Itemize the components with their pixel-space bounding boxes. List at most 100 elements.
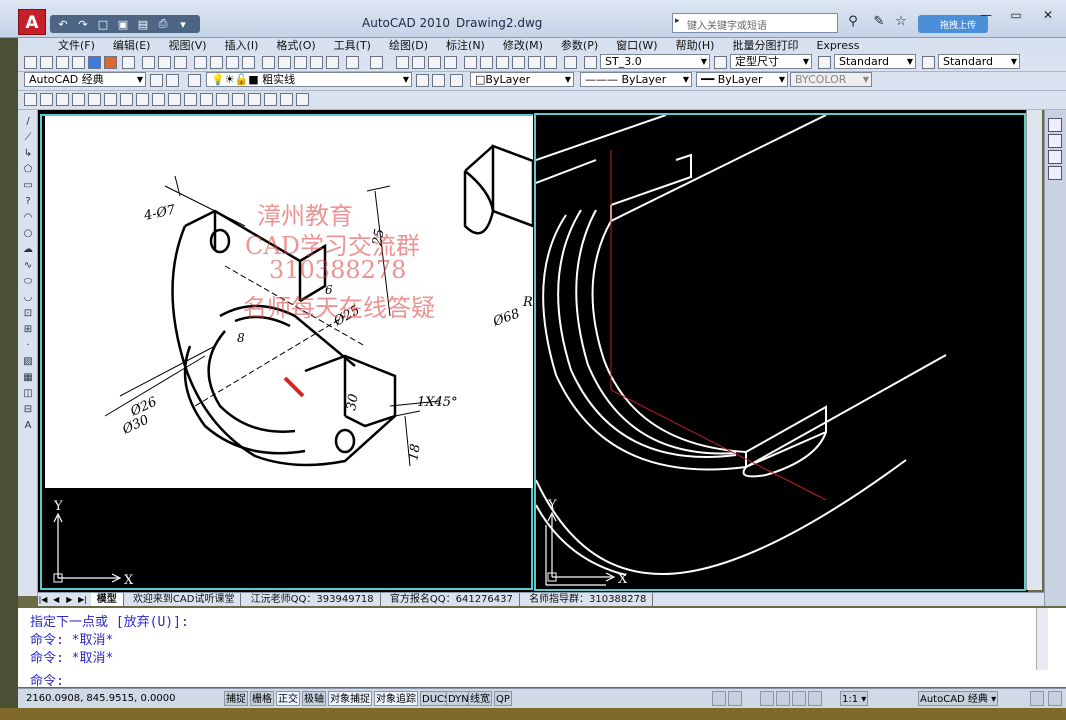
toggle-otrack[interactable]: 对象追踪	[374, 691, 418, 706]
render-icon[interactable]	[104, 56, 117, 69]
snap-center-icon[interactable]	[1048, 150, 1062, 164]
match-properties-icon[interactable]	[310, 56, 323, 69]
zoom-window-icon[interactable]	[428, 56, 441, 69]
construction-line-icon[interactable]: ⟋	[22, 132, 34, 144]
dim-style-select[interactable]: 定型尺寸 ▼	[730, 54, 812, 69]
tab-layout-1[interactable]: 欢迎来到CAD试听课堂	[127, 593, 242, 606]
layer-select[interactable]: 💡☀🔓■ 粗实线 ▼	[206, 72, 412, 87]
text-style-icon[interactable]	[584, 56, 597, 69]
menu-batch-plot[interactable]: 批量分图打印	[723, 38, 807, 54]
ellipse-arc-icon[interactable]: ◡	[22, 292, 34, 304]
markup-icon[interactable]	[528, 56, 541, 69]
menu-help[interactable]: 帮助(H)	[667, 38, 724, 54]
command-scrollbar[interactable]	[1036, 608, 1048, 670]
gradient-icon[interactable]: ▦	[22, 372, 34, 384]
properties-icon[interactable]	[464, 56, 477, 69]
publish-icon[interactable]	[226, 56, 239, 69]
open-icon[interactable]	[40, 56, 53, 69]
autocad-logo-button[interactable]: A	[18, 9, 46, 35]
undo-icon[interactable]: ↶	[56, 18, 70, 31]
command-input[interactable]: 命令:	[30, 670, 64, 689]
layer-previous-icon[interactable]	[432, 74, 445, 87]
ellipse-icon[interactable]: ⬭	[22, 276, 34, 288]
circle-draw-icon[interactable]: ○	[22, 228, 34, 240]
clean-screen-icon[interactable]	[1048, 691, 1062, 706]
plot-icon[interactable]	[194, 56, 207, 69]
pan-status-icon[interactable]	[760, 691, 774, 706]
make-block-icon[interactable]: ⊞	[22, 324, 34, 336]
menu-dimension[interactable]: 标注(N)	[437, 38, 494, 54]
fillet-icon[interactable]	[264, 93, 277, 106]
left-viewport[interactable]: 4-Ø7 25 6 8 Ø25 Ø68 R Ø26 Ø30 1X45° 18 3…	[40, 114, 535, 590]
trim-icon[interactable]	[168, 93, 181, 106]
break-point-icon[interactable]	[200, 93, 213, 106]
stretch-icon[interactable]	[152, 93, 165, 106]
save-icon[interactable]: ▣	[116, 18, 130, 31]
help-search-input[interactable]: 键入关键字或短语	[672, 13, 838, 33]
undo-toolbar-icon[interactable]	[346, 56, 359, 69]
revcloud-icon[interactable]: ☁	[22, 244, 34, 256]
save-icon[interactable]	[56, 56, 69, 69]
explode-icon[interactable]	[280, 93, 293, 106]
array-icon[interactable]	[88, 93, 101, 106]
color-select[interactable]: □ByLayer ▼	[470, 72, 574, 87]
dropdown-icon[interactable]: ▾	[176, 18, 190, 31]
search-expand-icon[interactable]: ▸	[675, 16, 680, 26]
redo-toolbar-icon[interactable]	[370, 56, 383, 69]
cut-icon[interactable]	[262, 56, 275, 69]
redo-icon[interactable]: ↷	[76, 18, 90, 31]
workspace-save-icon[interactable]	[166, 74, 179, 87]
new-file-icon[interactable]: □	[96, 18, 110, 31]
open-drawing-icon[interactable]	[158, 56, 171, 69]
spline-icon[interactable]: ∿	[22, 260, 34, 272]
snap-node-icon[interactable]	[1048, 166, 1062, 180]
menu-edit[interactable]: 编辑(E)	[104, 38, 160, 54]
snap-midpoint-icon[interactable]	[1048, 134, 1062, 148]
sphere-icon[interactable]	[88, 56, 101, 69]
hatch-icon[interactable]: ▨	[22, 356, 34, 368]
binoculars-icon[interactable]: ⚲	[844, 14, 862, 32]
toggle-polar[interactable]: 极轴	[302, 691, 326, 706]
insert-block-icon[interactable]: ⊡	[22, 308, 34, 320]
polygon-icon[interactable]: ⬠	[22, 164, 34, 176]
polyline-icon[interactable]: ↳	[22, 148, 34, 160]
layer-states-icon[interactable]	[450, 74, 463, 87]
quickcalc-icon[interactable]	[544, 56, 557, 69]
tab-model[interactable]: 模型	[90, 593, 124, 606]
minimize-icon[interactable]: —	[975, 8, 997, 26]
favorites-icon[interactable]: ☆	[892, 14, 910, 32]
right-viewport[interactable]: Y X	[534, 113, 1026, 591]
plot-preview-icon[interactable]	[210, 56, 223, 69]
multileader-style-select[interactable]: Standard ▼	[938, 54, 1020, 69]
layout-icon[interactable]	[728, 691, 742, 706]
prev-tab-icon[interactable]: ◀	[51, 593, 61, 606]
zoom-status-icon[interactable]	[776, 691, 790, 706]
save-as-icon[interactable]: ▤	[136, 18, 150, 31]
menu-express[interactable]: Express	[807, 38, 868, 54]
lock-icon[interactable]	[1030, 691, 1044, 706]
workspace-select[interactable]: AutoCAD 经典 ▼	[24, 72, 146, 87]
mirror-icon[interactable]	[56, 93, 69, 106]
table-icon[interactable]: ⊟	[22, 404, 34, 416]
copy-object-icon[interactable]	[40, 93, 53, 106]
arc-icon[interactable]: ◠	[22, 212, 34, 224]
menu-parametric[interactable]: 参数(P)	[552, 38, 607, 54]
model-space-icon[interactable]	[712, 691, 726, 706]
tab-layout-2[interactable]: 江沅老师QQ：393949718	[245, 593, 381, 606]
maximize-icon[interactable]: ▭	[1005, 8, 1027, 26]
design-center-icon[interactable]	[480, 56, 493, 69]
extend-icon[interactable]	[184, 93, 197, 106]
offset-icon[interactable]	[72, 93, 85, 106]
table-style-select[interactable]: Standard ▼	[834, 54, 916, 69]
next-tab-icon[interactable]: ▶	[64, 593, 74, 606]
zoom-previous-icon[interactable]	[444, 56, 457, 69]
toggle-snap[interactable]: 捕捉	[224, 691, 248, 706]
multiline-text-icon[interactable]: A	[22, 420, 34, 432]
tab-layout-4[interactable]: 名师指导群：310388278	[523, 593, 654, 606]
break-icon[interactable]	[216, 93, 229, 106]
menu-modify[interactable]: 修改(M)	[494, 38, 552, 54]
scale-icon[interactable]	[136, 93, 149, 106]
annotation-scale[interactable]: 1:1 ▾	[840, 691, 869, 706]
steering-wheel-icon[interactable]	[792, 691, 806, 706]
sheet-set-icon[interactable]	[512, 56, 525, 69]
